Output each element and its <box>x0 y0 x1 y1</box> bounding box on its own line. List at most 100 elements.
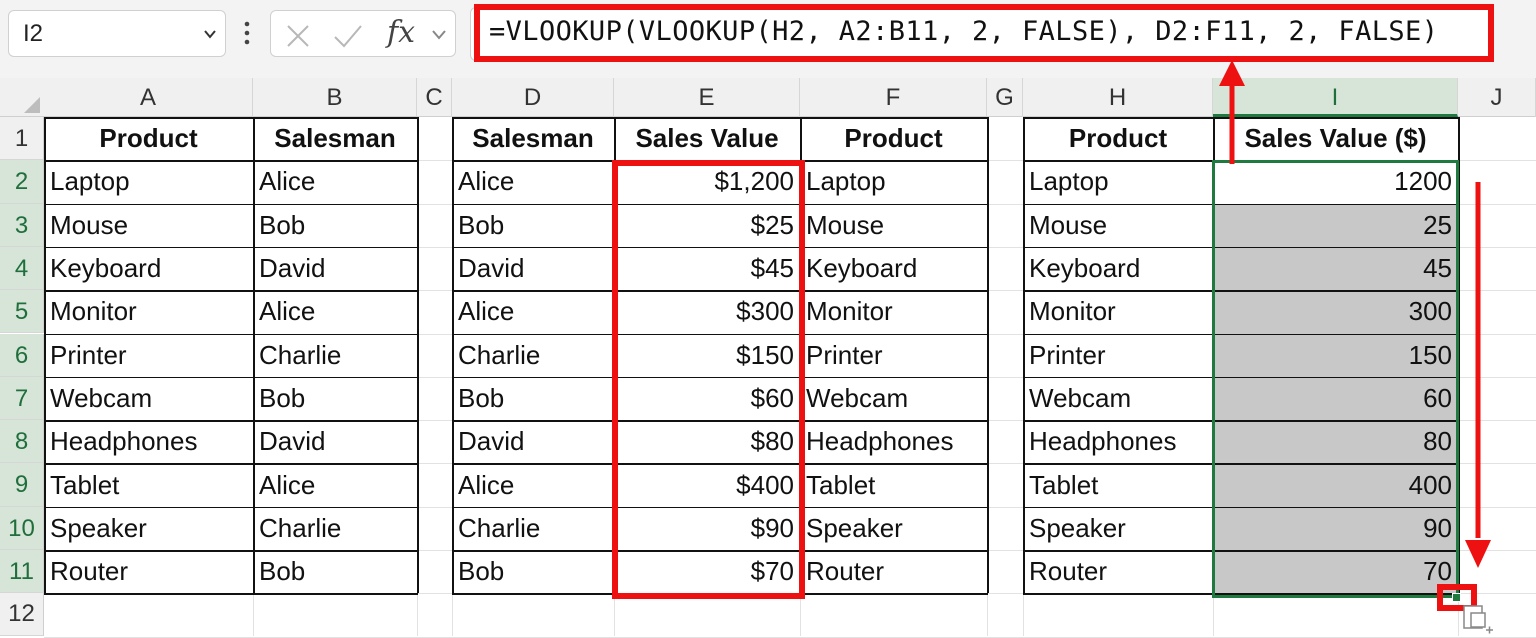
header-cell-e[interactable]: Sales Value <box>614 117 800 160</box>
arrow-up-icon <box>1219 60 1245 164</box>
cell-b4[interactable]: David <box>253 247 417 290</box>
column-header-c[interactable]: C <box>417 78 452 117</box>
cell-h8[interactable]: Headphones <box>1023 420 1213 463</box>
row-header-7[interactable]: 7 <box>0 376 44 421</box>
cell-f4[interactable]: Keyboard <box>800 247 987 290</box>
cell-d9[interactable]: Alice <box>452 463 614 506</box>
formula-highlight-box <box>474 4 1494 62</box>
check-icon[interactable] <box>333 23 363 49</box>
column-header-f[interactable]: F <box>800 78 987 117</box>
table-border <box>44 593 418 595</box>
name-box[interactable]: I2 <box>8 10 226 57</box>
table-border <box>44 420 418 422</box>
cell-f10[interactable]: Speaker <box>800 507 987 550</box>
fill-handle[interactable] <box>1452 593 1461 602</box>
header-cell-a[interactable]: Product <box>44 117 253 160</box>
table-border <box>987 117 989 594</box>
row-header-11[interactable]: 11 <box>0 550 44 594</box>
cell-f11[interactable]: Router <box>800 550 987 593</box>
cell-d2[interactable]: Alice <box>452 160 614 203</box>
cell-b6[interactable]: Charlie <box>253 334 417 377</box>
row-header-9[interactable]: 9 <box>0 463 44 507</box>
chevron-down-icon[interactable] <box>203 27 217 41</box>
table-border <box>44 117 418 119</box>
cell-a11[interactable]: Router <box>44 550 253 593</box>
cell-b8[interactable]: David <box>253 420 417 463</box>
cell-f9[interactable]: Tablet <box>800 463 987 506</box>
select-all-corner[interactable] <box>0 78 44 117</box>
cell-d11[interactable]: Bob <box>452 550 614 593</box>
cell-h9[interactable]: Tablet <box>1023 463 1213 506</box>
cell-d8[interactable]: David <box>452 420 614 463</box>
row-header-1[interactable]: 1 <box>0 117 44 161</box>
cell-d7[interactable]: Bob <box>452 377 614 420</box>
column-header-h[interactable]: H <box>1023 78 1213 117</box>
cell-f8[interactable]: Headphones <box>800 420 987 463</box>
cell-a10[interactable]: Speaker <box>44 507 253 550</box>
row-header-12[interactable]: 12 <box>0 593 44 636</box>
paste-options-icon[interactable] <box>1462 604 1494 636</box>
cell-b5[interactable]: Alice <box>253 290 417 333</box>
cell-a5[interactable]: Monitor <box>44 290 253 333</box>
cell-h4[interactable]: Keyboard <box>1023 247 1213 290</box>
cell-d3[interactable]: Bob <box>452 204 614 247</box>
chevron-down-icon[interactable] <box>431 29 447 41</box>
cell-b11[interactable]: Bob <box>253 550 417 593</box>
row-header-10[interactable]: 10 <box>0 506 44 550</box>
cell-h7[interactable]: Webcam <box>1023 377 1213 420</box>
header-cell-h[interactable]: Product <box>1023 117 1213 160</box>
cell-b2[interactable]: Alice <box>253 160 417 203</box>
cell-h5[interactable]: Monitor <box>1023 290 1213 333</box>
row-header-3[interactable]: 3 <box>0 203 44 247</box>
cell-f2[interactable]: Laptop <box>800 160 987 203</box>
cell-b10[interactable]: Charlie <box>253 507 417 550</box>
cell-d5[interactable]: Alice <box>452 290 614 333</box>
cell-a8[interactable]: Headphones <box>44 420 253 463</box>
cell-f6[interactable]: Printer <box>800 334 987 377</box>
cell-b7[interactable]: Bob <box>253 377 417 420</box>
cell-h11[interactable]: Router <box>1023 550 1213 593</box>
row-header-4[interactable]: 4 <box>0 246 44 291</box>
column-header-e[interactable]: E <box>614 78 800 117</box>
table-border <box>44 246 418 249</box>
row-header-5[interactable]: 5 <box>0 290 44 334</box>
more-options-icon[interactable] <box>242 18 252 48</box>
cell-a9[interactable]: Tablet <box>44 463 253 506</box>
sales-value-highlight-box <box>612 160 805 599</box>
cell-h6[interactable]: Printer <box>1023 334 1213 377</box>
cell-f5[interactable]: Monitor <box>800 290 987 333</box>
column-header-d[interactable]: D <box>452 78 614 117</box>
column-header-b[interactable]: B <box>253 78 417 117</box>
header-cell-b[interactable]: Salesman <box>253 117 417 160</box>
cell-a2[interactable]: Laptop <box>44 160 253 203</box>
cell-h3[interactable]: Mouse <box>1023 204 1213 247</box>
cell-d4[interactable]: David <box>452 247 614 290</box>
cell-d6[interactable]: Charlie <box>452 334 614 377</box>
cell-b3[interactable]: Bob <box>253 204 417 247</box>
cell-b9[interactable]: Alice <box>253 463 417 506</box>
cell-a7[interactable]: Webcam <box>44 377 253 420</box>
cell-f7[interactable]: Webcam <box>800 377 987 420</box>
column-header-j[interactable]: J <box>1458 78 1536 117</box>
table-border <box>44 290 418 292</box>
row-header-2[interactable]: 2 <box>0 160 44 204</box>
cell-h10[interactable]: Speaker <box>1023 507 1213 550</box>
cell-a4[interactable]: Keyboard <box>44 247 253 290</box>
x-icon[interactable] <box>285 23 311 49</box>
column-header-g[interactable]: G <box>987 78 1023 117</box>
header-cell-f[interactable]: Product <box>800 117 987 160</box>
table-border <box>44 333 418 335</box>
name-box-value: I2 <box>23 20 44 47</box>
header-cell-d[interactable]: Salesman <box>452 117 614 160</box>
row-header-6[interactable]: 6 <box>0 333 44 377</box>
insert-function-button[interactable]: fx <box>387 15 415 50</box>
arrow-down-icon <box>1465 182 1491 568</box>
cell-a3[interactable]: Mouse <box>44 204 253 247</box>
cell-f3[interactable]: Mouse <box>800 204 987 247</box>
table-border <box>417 117 419 594</box>
column-header-a[interactable]: A <box>44 78 253 117</box>
row-header-8[interactable]: 8 <box>0 420 44 464</box>
cell-a6[interactable]: Printer <box>44 334 253 377</box>
cell-d10[interactable]: Charlie <box>452 507 614 550</box>
cell-h2[interactable]: Laptop <box>1023 160 1213 203</box>
